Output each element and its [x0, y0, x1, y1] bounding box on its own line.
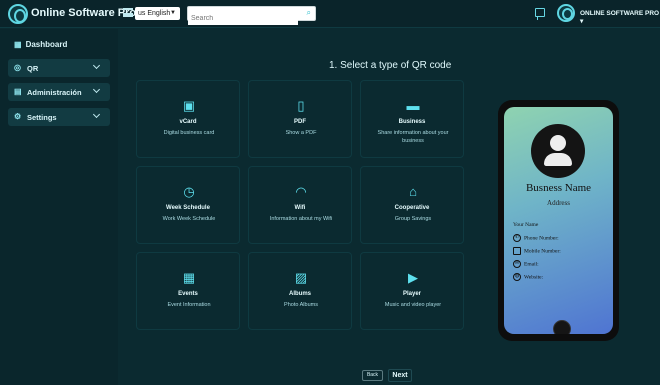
- chevron-down-icon: [92, 110, 101, 119]
- qr-type-card-cooperative[interactable]: ⌂ Cooperative Group Savings: [360, 166, 464, 244]
- mobile-row: Mobile Number:: [513, 247, 561, 255]
- language-value: us English: [138, 10, 171, 17]
- menu-toggle-icon[interactable]: [123, 8, 133, 17]
- card-title: vCard: [179, 119, 197, 125]
- calendar-icon: ▦: [182, 270, 196, 285]
- play-icon: ▶: [408, 270, 418, 285]
- back-button[interactable]: Back: [362, 370, 383, 381]
- wifi-icon: ◠: [295, 184, 307, 199]
- qr-type-card-events[interactable]: ▦ Events Event Information: [136, 252, 240, 330]
- home-button-icon: [553, 320, 571, 334]
- next-button[interactable]: Next: [388, 369, 412, 382]
- card-description: Photo Albums: [284, 302, 318, 308]
- sidebar-item-settings[interactable]: ⚙ Settings: [8, 108, 110, 126]
- card-description: Group Savings: [394, 216, 432, 222]
- mobile-icon: [513, 247, 521, 255]
- admin-icon: ▤: [14, 87, 22, 96]
- card-title: Cooperative: [394, 205, 430, 211]
- avatar-body: [544, 153, 572, 166]
- phone-screen: Busness Name Address Your Name ✆ Phone Nu…: [504, 107, 613, 334]
- qr-type-card-week-schedule[interactable]: ◷ Week Schedule Work Week Schedule: [136, 166, 240, 244]
- pdf-icon: ▯: [297, 98, 305, 113]
- briefcase-icon: ▬: [406, 98, 420, 113]
- avatar-head: [550, 135, 566, 151]
- chat-icon[interactable]: [535, 8, 545, 20]
- card-title: Player: [402, 291, 421, 297]
- your-name: Your Name: [513, 222, 539, 228]
- qr-type-card-pdf[interactable]: ▯ PDF Show a PDF: [248, 80, 352, 158]
- chevron-down-icon: [92, 85, 101, 94]
- search-input[interactable]: [188, 12, 298, 25]
- qr-type-card-wifi[interactable]: ◠ Wifi Information about my Wifi: [248, 166, 352, 244]
- chevron-down-icon: [92, 61, 101, 70]
- email-icon: ✉: [513, 260, 521, 268]
- card-description: Share information about your business: [377, 130, 449, 144]
- logo-icon[interactable]: [8, 4, 28, 24]
- clock-icon: ◷: [183, 184, 195, 199]
- sidebar-item-label: Administración: [27, 88, 82, 97]
- top-bar: Online Software Pro us English ▼ ⌕ ONLIN…: [0, 0, 660, 28]
- sidebar: ▦ Dashboard ◎ QR ▤ Administración ⚙ Setti…: [0, 29, 118, 385]
- qr-type-card-vcard[interactable]: ▣ vCard Digital business card: [136, 80, 240, 158]
- card-title: Wifi: [294, 205, 306, 211]
- card-title: Business: [398, 119, 426, 125]
- qr-type-card-albums[interactable]: ▨ Albums Photo Albums: [248, 252, 352, 330]
- profile-avatar-icon: [531, 124, 585, 178]
- card-title: Albums: [288, 291, 311, 297]
- sidebar-item-qr[interactable]: ◎ QR: [8, 59, 110, 77]
- website-row: ◍ Website:: [513, 273, 543, 281]
- image-icon: ▨: [294, 270, 308, 285]
- card-description: Information about my Wifi: [269, 216, 333, 222]
- qr-type-card-business[interactable]: ▬ Business Share information about your …: [360, 80, 464, 158]
- card-title: Week Schedule: [166, 205, 210, 211]
- page-title: 1. Select a type of QR code: [329, 60, 452, 71]
- qr-type-card-player[interactable]: ▶ Player Music and video player: [360, 252, 464, 330]
- sidebar-item-label: QR: [27, 64, 39, 73]
- card-description: Show a PDF: [285, 130, 317, 136]
- language-select[interactable]: us English ▼: [135, 7, 180, 20]
- phone-label: Phone Number:: [524, 235, 559, 242]
- sidebar-item-dashboard[interactable]: ▦ Dashboard: [14, 40, 67, 49]
- search-icon[interactable]: ⌕: [307, 8, 311, 18]
- phone-preview: Busness Name Address Your Name ✆ Phone Nu…: [498, 100, 619, 341]
- card-description: Event Information: [167, 302, 211, 308]
- gear-icon: ⚙: [14, 112, 22, 121]
- user-avatar[interactable]: [557, 4, 575, 22]
- id-card-icon: ▣: [182, 98, 196, 113]
- card-title: Events: [178, 291, 198, 297]
- card-title: PDF: [294, 119, 306, 125]
- chevron-down-icon: ▼: [170, 10, 176, 16]
- user-menu[interactable]: ONLINE SOFTWARE PRO ▾: [580, 10, 660, 25]
- business-name: Busness Name: [525, 182, 592, 194]
- card-description: Music and video player: [384, 302, 442, 308]
- qr-icon: ◎: [14, 63, 21, 72]
- phone-row: ✆ Phone Number:: [513, 234, 559, 242]
- brand-title[interactable]: Online Software Pro: [31, 7, 136, 19]
- search-box[interactable]: ⌕: [187, 6, 316, 25]
- business-address: Address: [547, 199, 570, 207]
- website-label: Website:: [524, 274, 544, 281]
- email-row: ✉ Email:: [513, 260, 539, 268]
- sidebar-item-administracion[interactable]: ▤ Administración: [8, 83, 110, 101]
- card-description: Digital business card: [163, 130, 215, 136]
- phone-icon: ✆: [513, 234, 521, 242]
- card-description: Work Week Schedule: [162, 216, 216, 222]
- globe-icon: ◍: [513, 273, 521, 281]
- bank-icon: ⌂: [409, 184, 417, 199]
- sidebar-item-label: Dashboard: [25, 40, 68, 49]
- email-label: Email:: [524, 261, 539, 268]
- sidebar-item-label: Settings: [27, 113, 57, 122]
- dashboard-icon: ▦: [14, 40, 22, 49]
- mobile-label: Mobile Number:: [524, 248, 561, 255]
